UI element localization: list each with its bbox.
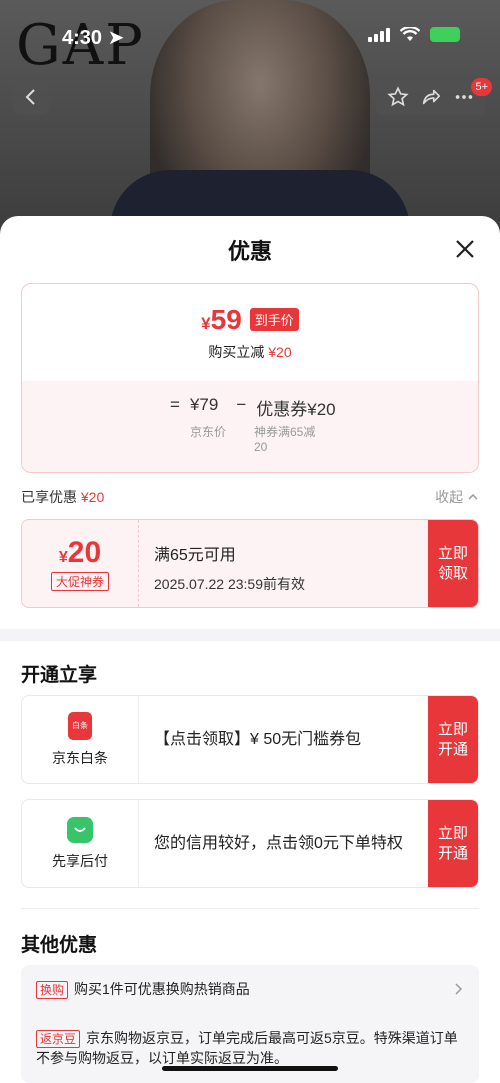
offer-text: 购买1件可优惠换购热销商品 [74, 981, 250, 997]
other-section-title: 其他优惠 [21, 935, 98, 956]
coupon-currency: ¥ [58, 549, 68, 566]
claim-button-line1: 立即 [437, 544, 468, 562]
section-divider [0, 629, 500, 641]
service-name: 京东白条 [52, 749, 108, 766]
coupon-label-line1: 神券满65减 [254, 425, 316, 439]
status-icons [368, 26, 460, 42]
price-breakdown-card: ¥59 到手价 购买立减 ¥20 = ¥79 − 优惠券¥20 京东价 神券满6… [21, 283, 479, 473]
enjoyed-label: 已享优惠 [21, 489, 77, 505]
claim-coupon-button[interactable]: 立即 领取 [428, 520, 478, 607]
header-actions [376, 79, 486, 115]
wifi-icon [400, 26, 420, 41]
claim-button-line2: 领取 [437, 564, 468, 582]
bag-smile-icon [67, 816, 93, 843]
open-button-line1: 立即 [437, 720, 468, 738]
service-name: 先享后付 [52, 852, 108, 869]
coupon-amount: 20 [67, 536, 102, 569]
coupon-label-line2: 20 [254, 440, 268, 454]
open-baitiao-button[interactable]: 立即 开通 [428, 696, 478, 783]
coupon-type-tag: 大促神券 [50, 572, 109, 591]
open-button-line2: 开通 [437, 740, 468, 758]
collapse-label: 收起 [435, 489, 464, 505]
offer-text: 京东购物返京豆，订单完成后最高可返5京豆。特殊渠道订单不参与购物返豆，以订单实际… [36, 1030, 458, 1066]
service-card-baitiao[interactable]: 白条 京东白条 【点击领取】¥ 50无门槛券包 立即 开通 [21, 695, 479, 784]
discount-sheet: 优惠 ¥59 到手价 购买立减 ¥20 = ¥79 − 优惠券¥20 京东价 神… [0, 216, 500, 1083]
final-price-section: ¥59 到手价 购买立减 ¥20 [22, 284, 478, 381]
cellular-signal-icon [368, 26, 390, 42]
share-icon[interactable] [420, 86, 442, 108]
battery-icon [430, 26, 460, 42]
coupon-condition: 满65元可用 [154, 547, 236, 564]
base-price: ¥79 [189, 395, 219, 414]
open-button-line1: 立即 [437, 824, 468, 842]
jd-baitiao-icon: 白条 [68, 711, 92, 740]
offer-tag: 返京豆 [36, 1030, 81, 1048]
offer-tag: 换购 [36, 981, 69, 999]
list-item-exchange[interactable]: 换购 购买1件可优惠换购热销商品 [36, 979, 464, 999]
open-section-title: 开通立享 [21, 665, 98, 686]
sheet-title: 优惠 [227, 239, 272, 264]
final-price-value: 59 [210, 303, 242, 335]
message-badge: 5+ [471, 78, 492, 96]
home-indicator[interactable] [162, 1066, 338, 1071]
favorite-star-icon[interactable] [387, 86, 409, 108]
divider [21, 908, 479, 909]
enjoyed-discount: 已享优惠 ¥20 [21, 487, 104, 507]
open-xianxiang-button[interactable]: 立即 开通 [428, 800, 478, 887]
minus-sign: − [236, 395, 247, 414]
coupon-card: ¥20 大促神券 满65元可用 2025.07.22 23:59前有效 立即 领… [21, 519, 479, 608]
coupon-expiry: 2025.07.22 23:59前有效 [154, 576, 305, 592]
final-price: ¥59 [201, 304, 242, 336]
close-button[interactable] [452, 236, 478, 262]
base-price-label: 京东价 [190, 425, 227, 439]
final-price-currency: ¥ [201, 313, 211, 333]
back-button[interactable] [13, 79, 49, 115]
service-offer-text: 您的信用较好，点击领0元下单特权 [154, 835, 403, 852]
save-summary: 购买立减 ¥20 [208, 342, 291, 362]
enjoyed-amount: ¥20 [80, 489, 105, 505]
collapse-toggle[interactable]: 收起 [435, 487, 479, 507]
final-price-tag: 到手价 [249, 308, 299, 331]
close-icon [456, 240, 474, 258]
chevron-right-icon [455, 983, 462, 995]
service-brand: 白条 京东白条 [22, 696, 139, 783]
coupon-value: ¥20 [59, 536, 101, 570]
equals-sign: = [170, 395, 180, 414]
chevron-up-icon [468, 493, 478, 500]
open-button-line2: 开通 [437, 844, 468, 862]
coupon-deduction: 优惠券¥20 [256, 400, 336, 419]
status-time: 4:30 ➤ [62, 25, 124, 50]
formula-row: = ¥79 − 优惠券¥20 [170, 395, 336, 420]
chevron-left-icon [25, 89, 35, 105]
save-amount: ¥20 [268, 343, 292, 360]
location-arrow-icon: ➤ [107, 27, 125, 49]
save-prefix: 购买立减 [208, 343, 265, 360]
coupon-value-block: ¥20 大促神券 [22, 520, 139, 607]
status-time-text: 4:30 [62, 27, 103, 49]
service-offer-text: 【点击领取】¥ 50无门槛券包 [154, 731, 362, 748]
price-formula: = ¥79 − 优惠券¥20 京东价 神券满65减 20 [22, 381, 478, 472]
service-card-xianxiang[interactable]: 先享后付 您的信用较好，点击领0元下单特权 立即 开通 [21, 799, 479, 888]
service-brand: 先享后付 [22, 800, 139, 887]
list-item-jingdou: 返京豆 京东购物返京豆，订单完成后最高可返5京豆。特殊渠道订单不参与购物返豆，以订… [36, 1028, 464, 1068]
coupon-deduction-label: 神券满65减 20 [254, 425, 315, 455]
coupon-details: 满65元可用 2025.07.22 23:59前有效 [154, 542, 305, 598]
